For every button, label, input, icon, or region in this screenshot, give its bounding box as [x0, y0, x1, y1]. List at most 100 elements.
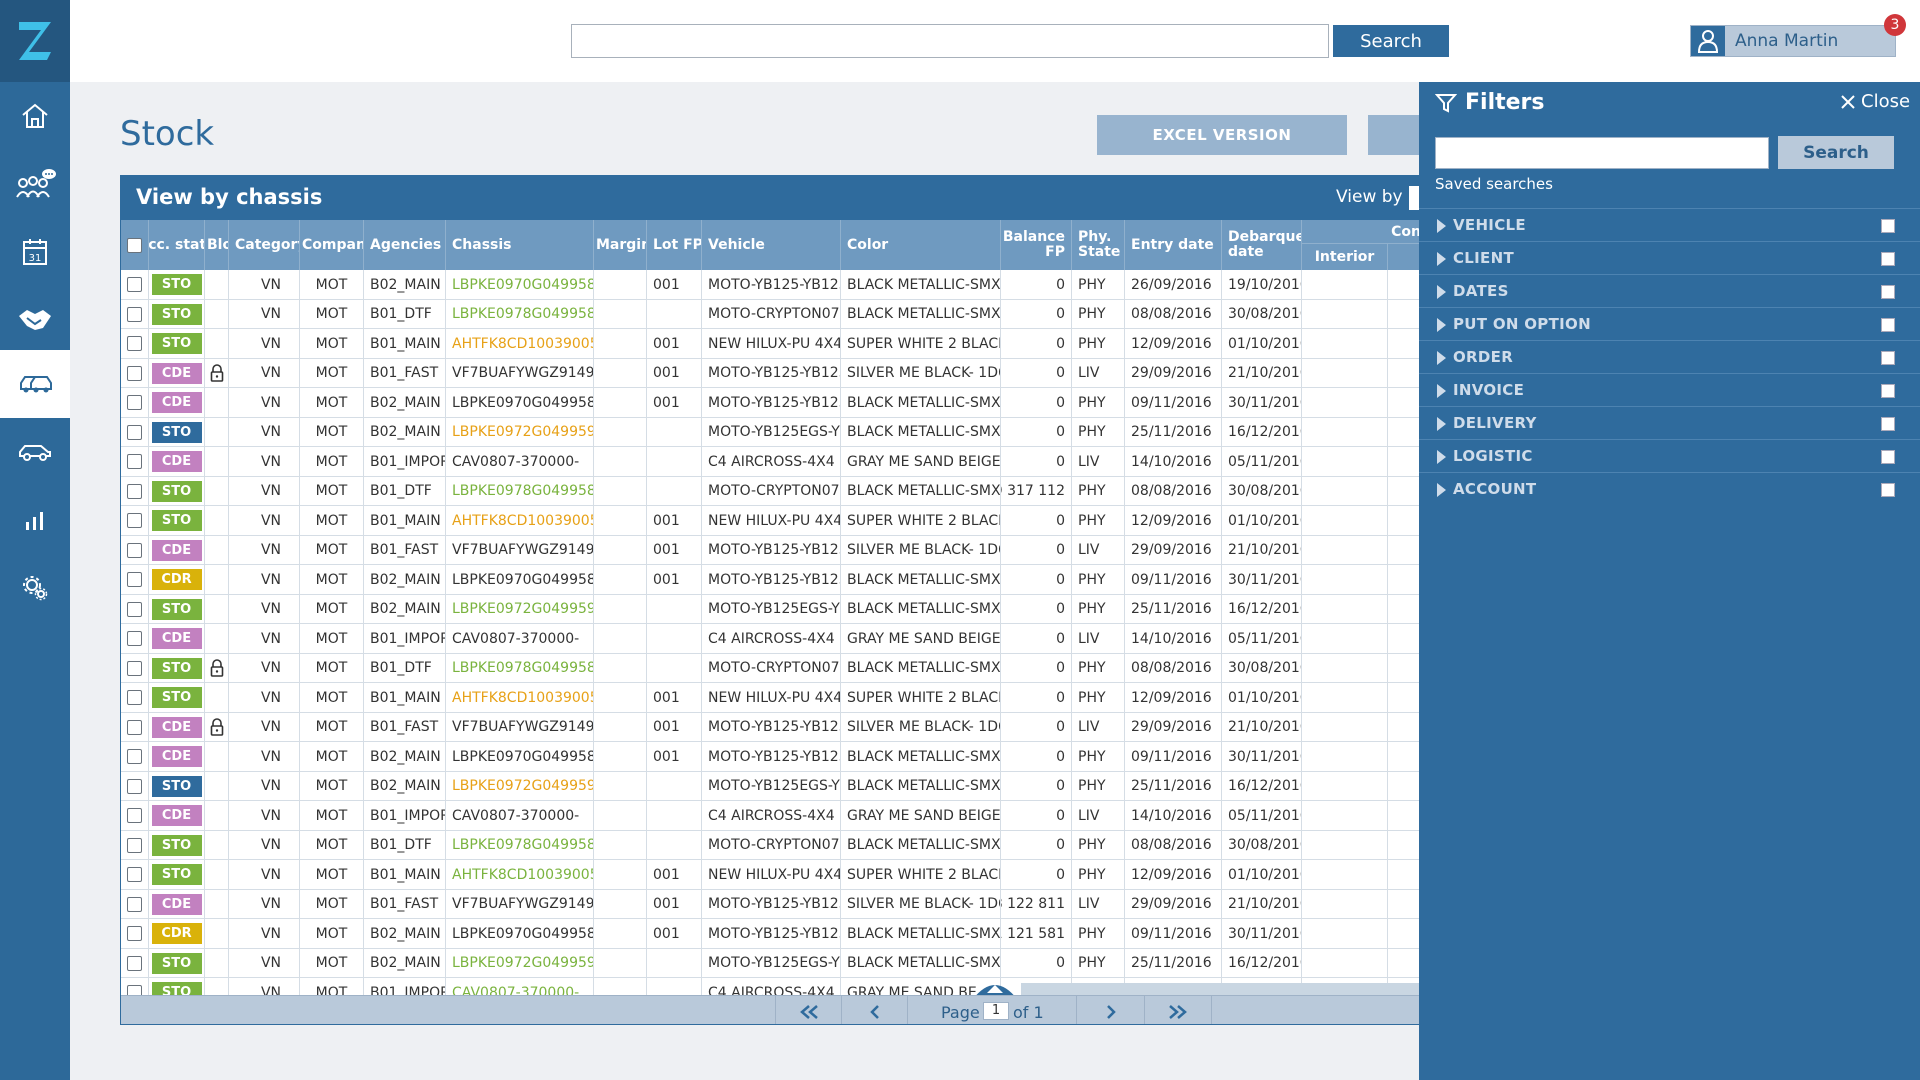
- horizontal-scrollbar[interactable]: [1021, 983, 1419, 995]
- table-row[interactable]: STO VN MOT B01_MAIN AHTFK8CD100390051 001 NEW …: [121, 329, 1419, 359]
- table-row[interactable]: CDE VN MOT B01_FAST VF7BUAFYWGZ91498 001 MOTO-…: [121, 358, 1419, 388]
- filter-section-checkbox[interactable]: [1881, 417, 1895, 431]
- col-debarque-date[interactable]: Debarque date: [1222, 220, 1302, 270]
- row-checkbox[interactable]: [127, 631, 142, 646]
- sidebar-item-deals[interactable]: [0, 286, 70, 354]
- filter-section-checkbox[interactable]: [1881, 483, 1895, 497]
- chassis-cell[interactable]: LBPKE0972G0499593: [446, 594, 594, 624]
- row-checkbox[interactable]: [127, 424, 142, 440]
- table-row[interactable]: STO VN MOT B01_DTF LBPKE0978G0499588 MOTO-CRY…: [121, 476, 1419, 506]
- table-row[interactable]: CDE VN MOT B01_IMPOR CAV0807-370000- C4 AIRCR…: [121, 447, 1419, 477]
- first-page-button[interactable]: [775, 996, 841, 1024]
- chassis-cell[interactable]: CAV0807-370000-: [446, 447, 594, 476]
- table-row[interactable]: STO VN MOT B01_MAIN AHTFK8CD100390051 001 NEW …: [121, 683, 1419, 713]
- table-row[interactable]: STO VN MOT B02_MAIN LBPKE0970G0499584 001 MOTO…: [121, 270, 1419, 300]
- filter-section-checkbox[interactable]: [1881, 384, 1895, 398]
- chassis-cell[interactable]: LBPKE0970G0499584: [446, 742, 594, 771]
- sidebar-item-calendar[interactable]: 31: [0, 218, 70, 286]
- row-checkbox[interactable]: [127, 867, 142, 882]
- table-row[interactable]: CDE VN MOT B01_FAST VF7BUAFYWGZ91498 001 MOTO-…: [121, 712, 1419, 742]
- row-checkbox[interactable]: [127, 277, 142, 292]
- filter-section-checkbox[interactable]: [1881, 450, 1895, 464]
- prev-page-button[interactable]: [841, 996, 907, 1024]
- table-row[interactable]: STO VN MOT B02_MAIN LBPKE0972G0499593 MOTO-YB…: [121, 417, 1419, 447]
- row-checkbox[interactable]: [127, 778, 142, 794]
- sidebar-item-settings[interactable]: [0, 554, 70, 622]
- col-balance-fp[interactable]: Balance FP: [1001, 220, 1072, 270]
- row-checkbox[interactable]: [127, 601, 142, 617]
- filter-section-logistic[interactable]: LOGISTIC: [1419, 439, 1920, 472]
- filter-section-delivery[interactable]: DELIVERY: [1419, 406, 1920, 439]
- chassis-cell[interactable]: AHTFK8CD100390051: [446, 860, 594, 889]
- filter-section-checkbox[interactable]: [1881, 219, 1895, 233]
- col-agencies[interactable]: Agencies: [364, 220, 446, 270]
- user-menu[interactable]: Anna Martin: [1690, 25, 1896, 57]
- last-page-button[interactable]: [1144, 996, 1212, 1024]
- filter-section-account[interactable]: ACCOUNT: [1419, 472, 1920, 505]
- row-checkbox[interactable]: [127, 808, 142, 823]
- select-all-checkbox[interactable]: [127, 237, 142, 253]
- row-checkbox[interactable]: [127, 837, 142, 853]
- sidebar-item-clients[interactable]: [0, 150, 70, 218]
- filters-close-button[interactable]: Close: [1841, 91, 1910, 112]
- filter-section-checkbox[interactable]: [1881, 252, 1895, 266]
- chassis-cell[interactable]: VF7BUAFYWGZ91498: [446, 358, 594, 388]
- notification-badge[interactable]: 3: [1884, 14, 1906, 36]
- chassis-cell[interactable]: LBPKE0972G0499593: [446, 417, 594, 447]
- sidebar-item-stock[interactable]: [0, 350, 70, 418]
- chassis-cell[interactable]: VF7BUAFYWGZ91498: [446, 535, 594, 565]
- row-checkbox[interactable]: [127, 955, 142, 971]
- table-row[interactable]: CDE VN MOT B01_FAST VF7BUAFYWGZ91498 001 MOTO-…: [121, 535, 1419, 565]
- chassis-cell[interactable]: CAV0807-370000-: [446, 801, 594, 830]
- chassis-cell[interactable]: LBPKE0970G0499584: [446, 270, 594, 299]
- filter-section-put-on-option[interactable]: PUT ON OPTION: [1419, 307, 1920, 340]
- chassis-cell[interactable]: LBPKE0972G0499593: [446, 771, 594, 801]
- global-search-button[interactable]: Search: [1333, 25, 1449, 57]
- chassis-cell[interactable]: AHTFK8CD100390051: [446, 506, 594, 535]
- row-checkbox[interactable]: [127, 306, 142, 322]
- table-row[interactable]: CDE VN MOT B01_IMPOR CAV0807-370000- C4 AIRCR…: [121, 624, 1419, 654]
- col-color[interactable]: Color: [841, 220, 1001, 270]
- global-search-input[interactable]: [571, 24, 1329, 58]
- chassis-cell[interactable]: LBPKE0970G0499584: [446, 388, 594, 417]
- row-checkbox[interactable]: [127, 749, 142, 764]
- filter-search-button[interactable]: Search: [1778, 136, 1894, 169]
- row-checkbox[interactable]: [127, 542, 142, 558]
- col-margin[interactable]: Margin: [594, 220, 647, 270]
- app-logo[interactable]: [0, 0, 70, 82]
- row-checkbox[interactable]: [127, 483, 142, 499]
- page-number-input[interactable]: 1: [983, 1002, 1009, 1020]
- saved-searches-link[interactable]: Saved searches: [1435, 175, 1553, 193]
- row-checkbox[interactable]: [127, 660, 142, 676]
- chassis-cell[interactable]: VF7BUAFYWGZ91498: [446, 712, 594, 742]
- table-row[interactable]: STO VN MOT B01_MAIN AHTFK8CD100390051 001 NEW …: [121, 860, 1419, 890]
- filter-section-checkbox[interactable]: [1881, 285, 1895, 299]
- filter-section-checkbox[interactable]: [1881, 351, 1895, 365]
- col-acc-state[interactable]: Acc. state: [149, 220, 205, 270]
- col-lot-fp[interactable]: Lot FP: [647, 220, 702, 270]
- filter-section-client[interactable]: CLIENT: [1419, 241, 1920, 274]
- chassis-cell[interactable]: LBPKE0972G0499593: [446, 948, 594, 978]
- excel-version-button[interactable]: EXCEL VERSION: [1097, 115, 1347, 155]
- col-phy-state[interactable]: Phy. State: [1072, 220, 1125, 270]
- col-category[interactable]: Category: [229, 220, 300, 270]
- table-row[interactable]: CDE VN MOT B02_MAIN LBPKE0970G0499584 001 MOTO…: [121, 742, 1419, 772]
- table-row[interactable]: STO VN MOT B01_DTF LBPKE0978G0499588 MOTO-CRY…: [121, 299, 1419, 329]
- row-checkbox[interactable]: [127, 690, 142, 705]
- sidebar-item-vehicles[interactable]: [0, 418, 70, 486]
- chassis-cell[interactable]: LBPKE0970G0499584: [446, 919, 594, 948]
- filter-section-invoice[interactable]: INVOICE: [1419, 373, 1920, 406]
- chassis-cell[interactable]: CAV0807-370000-: [446, 624, 594, 653]
- col-entry-date[interactable]: Entry date: [1125, 220, 1222, 270]
- chassis-cell[interactable]: VF7BUAFYWGZ91498: [446, 889, 594, 919]
- chassis-cell[interactable]: LBPKE0970G0499584: [446, 565, 594, 594]
- row-checkbox[interactable]: [127, 896, 142, 912]
- col-blo[interactable]: Blo: [205, 220, 229, 270]
- chassis-cell[interactable]: LBPKE0978G0499588: [446, 653, 594, 683]
- table-row[interactable]: STO VN MOT B01_MAIN AHTFK8CD100390051 001 NEW …: [121, 506, 1419, 536]
- chassis-cell[interactable]: AHTFK8CD100390051: [446, 683, 594, 712]
- table-row[interactable]: CDR VN MOT B02_MAIN LBPKE0970G0499584 001 MOTO…: [121, 565, 1419, 595]
- sidebar-item-home[interactable]: [0, 82, 70, 150]
- row-checkbox[interactable]: [127, 336, 142, 351]
- row-checkbox[interactable]: [127, 572, 142, 587]
